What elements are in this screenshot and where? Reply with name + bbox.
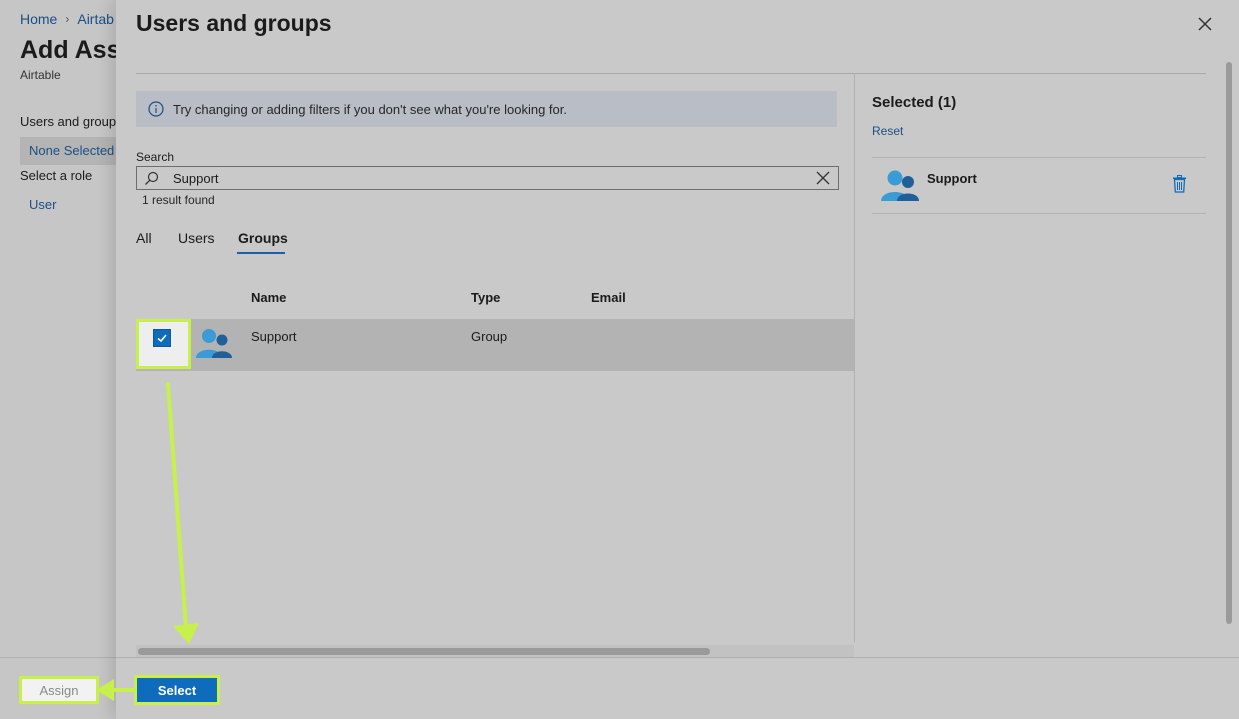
column-header-email[interactable]: Email [591, 290, 626, 305]
tab-groups[interactable]: Groups [238, 230, 288, 246]
chevron-right-icon: › [65, 12, 70, 26]
row-checkbox[interactable] [153, 329, 171, 347]
tab-users[interactable]: Users [178, 230, 215, 246]
row-checkbox-cell[interactable] [136, 319, 191, 369]
info-text: Try changing or adding filters if you do… [173, 101, 567, 117]
page-subtitle: Airtable [20, 68, 61, 82]
active-tab-indicator [237, 252, 285, 254]
row-type: Group [471, 329, 508, 344]
users-groups-label: Users and groups [20, 114, 123, 129]
breadcrumb: Home › Airtab [20, 11, 114, 27]
info-icon [148, 101, 164, 117]
assign-button[interactable]: Assign [19, 676, 99, 704]
row-name: Support [251, 329, 297, 344]
selected-title: Selected (1) [872, 94, 957, 111]
header-divider [136, 73, 1206, 74]
close-icon[interactable] [1194, 13, 1216, 35]
page-title: Add Assi [20, 36, 128, 64]
table-row[interactable]: Support Group [136, 319, 854, 371]
column-header-type[interactable]: Type [471, 290, 500, 305]
search-box [136, 166, 839, 190]
info-banner: Try changing or adding filters if you do… [136, 91, 837, 127]
users-groups-panel: Users and groups Try changing or adding … [116, 0, 1239, 719]
panel-title: Users and groups [136, 10, 332, 36]
selected-divider-top [872, 157, 1206, 158]
select-role-label: Select a role [20, 168, 93, 183]
role-value-link[interactable]: User [29, 197, 56, 212]
trash-icon[interactable] [1172, 175, 1187, 193]
search-icon [145, 171, 159, 185]
search-label: Search [136, 150, 175, 164]
breadcrumb-app[interactable]: Airtab [77, 11, 114, 27]
pane-divider [854, 74, 855, 642]
search-input[interactable] [173, 169, 773, 187]
horizontal-scrollbar-thumb[interactable] [138, 648, 710, 655]
result-count: 1 result found [142, 193, 215, 207]
column-header-name[interactable]: Name [251, 290, 286, 305]
select-button[interactable]: Select [134, 675, 220, 705]
tab-all[interactable]: All [136, 230, 152, 246]
none-selected-link[interactable]: None Selected [29, 143, 114, 158]
selected-divider-bottom [872, 213, 1206, 214]
horizontal-scrollbar[interactable] [136, 645, 854, 657]
breadcrumb-home[interactable]: Home [20, 11, 57, 27]
group-avatar-icon [881, 170, 919, 201]
group-avatar-icon [196, 329, 232, 358]
clear-search-icon[interactable] [816, 171, 830, 185]
checkmark-icon [157, 334, 167, 343]
vertical-scrollbar-thumb[interactable] [1226, 62, 1232, 624]
reset-link[interactable]: Reset [872, 124, 903, 138]
selected-item-name: Support [927, 171, 977, 186]
panel-footer-divider [116, 657, 1239, 658]
